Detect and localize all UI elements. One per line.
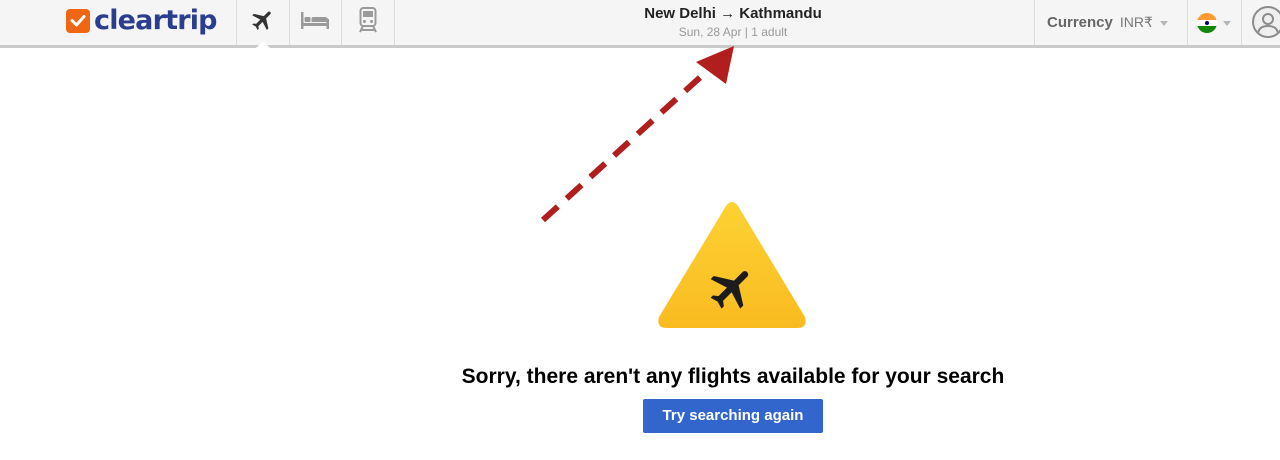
warning-airplane-icon	[656, 200, 808, 335]
annotation-arrow	[540, 46, 734, 223]
no-flights-message: Sorry, there aren't any flights availabl…	[461, 365, 1005, 388]
try-searching-again-button[interactable]: Try searching again	[643, 399, 823, 433]
